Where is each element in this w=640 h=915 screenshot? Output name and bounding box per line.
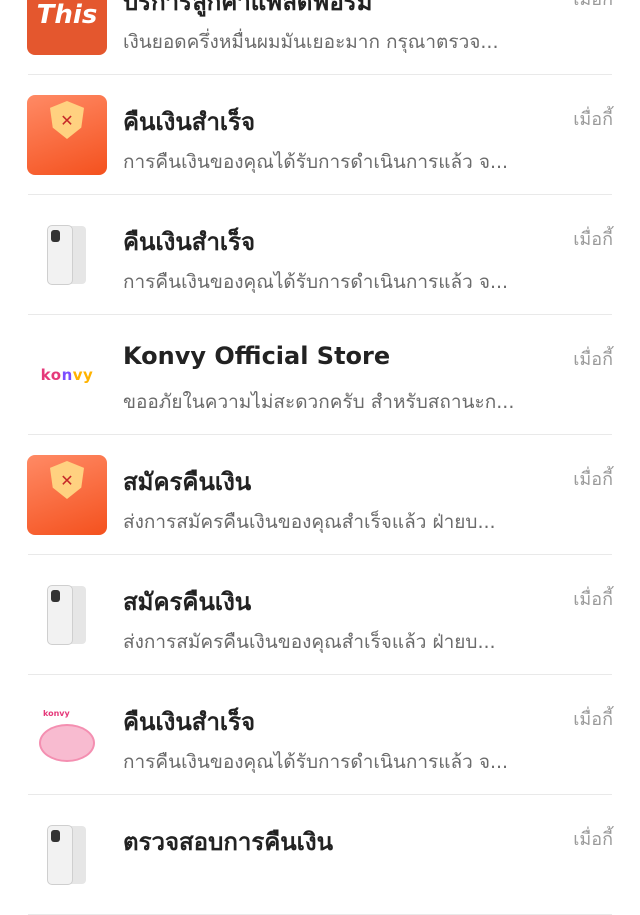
store-logo-thumbnail: This [27,0,107,55]
message-timestamp: เมื่อกี้ [573,709,613,730]
logo-text: This [36,0,98,30]
message-timestamp: เมื่อกี้ [573,349,613,370]
message-preview: การคืนเงินของคุณได้รับการดำเนินการแล้ว จ… [123,751,509,773]
message-title: สมัครคืนเงิน [123,468,252,496]
message-title: สมัครคืนเงิน [123,588,252,616]
message-title: คืนเงินสำเร็จ [123,708,256,736]
phone-icon [47,585,73,645]
message-title: คืนเงินสำเร็จ [123,228,256,256]
message-item[interactable]: ✕ สมัครคืนเงินส่งการสมัครคืนเงินของคุณสำเ… [0,435,640,555]
message-item[interactable]: ✕ คืนเงินสำเร็จการคืนเงินของคุณได้รับการด… [0,75,640,195]
phone-icon [47,825,73,885]
shield-icon: ✕ [50,101,84,139]
message-title: คืนเงินสำเร็จ [123,108,256,136]
message-item[interactable]: สมัครคืนเงินส่งการสมัครคืนเงินของคุณสำเร… [0,555,640,675]
message-timestamp: เมื่อกี้ [573,829,613,850]
message-title: Konvy Official Store [123,342,391,370]
phone-icon [47,225,73,285]
message-timestamp: เมื่อกี้ [573,589,613,610]
konvy-logo: ko n vy [27,335,107,415]
message-title: ตรวจสอบการคืนเงิน [123,828,333,856]
message-item[interactable]: ตรวจสอบการคืนเงิน เมื่อกี้ [0,795,640,915]
message-title: บริการลูกค้าแพลตฟอร์ม [123,0,373,16]
message-timestamp: เมื่อกี้ [573,0,613,13]
promo-shield-thumbnail: ✕ [27,455,107,535]
message-timestamp: เมื่อกี้ [573,469,613,490]
message-timestamp: เมื่อกี้ [573,229,613,250]
phone-product-thumbnail [27,215,107,295]
message-preview: การคืนเงินของคุณได้รับการดำเนินการแล้ว จ… [123,151,509,173]
message-preview: การคืนเงินของคุณได้รับการดำเนินการแล้ว จ… [123,271,509,293]
message-timestamp: เมื่อกี้ [573,109,613,130]
cushion-compact-icon [39,723,95,762]
message-preview: เงินยอดครึ่งหมื่นผมมันเยอะมาก กรุณาตรวจ.… [123,31,499,53]
message-item[interactable]: คืนเงินสำเร็จการคืนเงินของคุณได้รับการดำ… [0,195,640,315]
phone-product-thumbnail [27,815,107,895]
shield-icon: ✕ [50,461,84,499]
message-item[interactable]: This บริการลูกค้าแพลตฟอร์มเงินยอดครึ่งหมื… [0,0,640,75]
message-preview: ส่งการสมัครคืนเงินของคุณสำเร็จแล้ว ฝ่ายบ… [123,511,496,533]
message-preview: ขออภัยในความไม่สะดวกครับ สำหรับสถานะก... [123,391,515,413]
promo-shield-thumbnail: ✕ [27,95,107,175]
cushion-product-thumbnail: konvy [27,695,107,775]
message-list: This บริการลูกค้าแพลตฟอร์มเงินยอดครึ่งหมื… [0,0,640,915]
message-item[interactable]: ko n vy Konvy Official Store ขออภัยในความไม่… [0,315,640,435]
message-item[interactable]: konvy คืนเงินสำเร็จการคืนเงินของคุณได้รับ… [0,675,640,795]
message-preview: ส่งการสมัครคืนเงินของคุณสำเร็จแล้ว ฝ่ายบ… [123,631,496,653]
phone-product-thumbnail [27,575,107,655]
